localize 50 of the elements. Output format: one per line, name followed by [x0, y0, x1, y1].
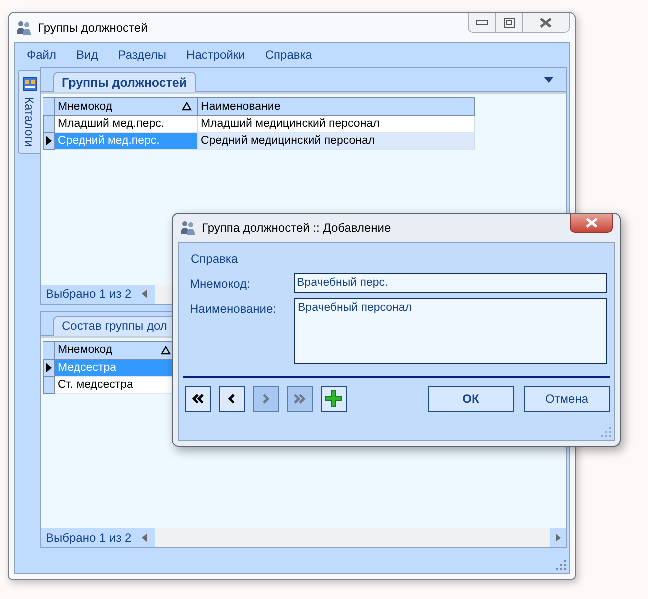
minimize-icon — [476, 20, 488, 26]
maximize-button[interactable] — [496, 13, 523, 32]
catalog-icon — [22, 77, 36, 91]
column-header[interactable]: Мнемокод — [55, 97, 198, 116]
menu-item[interactable]: Вид — [66, 48, 108, 62]
close-button[interactable] — [523, 13, 569, 32]
side-tab[interactable]: Каталоги — [18, 70, 41, 154]
add-button[interactable] — [321, 386, 347, 412]
restore-icon — [504, 18, 514, 28]
panel-tab[interactable]: Группы должностей — [53, 72, 196, 92]
field-label: Мнемокод: — [190, 276, 252, 291]
input-field[interactable]: Врачебный персонал — [294, 298, 607, 364]
resize-grip-icon[interactable] — [556, 560, 566, 570]
people-icon — [180, 220, 196, 236]
table-cell[interactable]: Средний медицинский персонал — [198, 133, 475, 150]
scroll-left-icon[interactable] — [142, 534, 147, 542]
table-cell[interactable]: Младший мед.перс. — [55, 116, 198, 133]
current-row-icon — [46, 136, 52, 146]
ok-button[interactable]: ОК — [428, 386, 514, 412]
minimize-button[interactable] — [469, 13, 496, 32]
menu-item[interactable]: Настройки — [176, 48, 256, 62]
menu-item[interactable]: Разделы — [108, 48, 177, 62]
resize-grip-icon[interactable] — [601, 427, 611, 437]
close-button[interactable] — [570, 214, 613, 233]
people-icon — [16, 20, 32, 36]
prev-button[interactable] — [219, 386, 245, 412]
table-cell[interactable]: Младший медицинский персонал — [198, 116, 475, 133]
header-corner — [43, 340, 55, 360]
cancel-button[interactable]: Отмена — [524, 386, 610, 412]
current-row-icon — [46, 362, 52, 372]
input-field[interactable]: Врачебный перс. — [294, 273, 607, 293]
selection-count: Выбрано 1 из 2 — [46, 530, 132, 544]
close-icon — [540, 18, 552, 28]
close-icon — [586, 218, 598, 228]
menu-item[interactable]: Справка — [255, 48, 322, 62]
field-label: Наименование: — [190, 301, 278, 316]
row-indicator[interactable] — [43, 360, 55, 376]
row-indicator[interactable] — [43, 133, 55, 150]
menu-item[interactable]: Файл — [17, 48, 67, 62]
column-header[interactable]: Наименование — [198, 97, 475, 116]
scroll-left-icon[interactable] — [142, 290, 147, 298]
menu-item[interactable]: Справка — [181, 252, 248, 266]
window-title: Группы должностей — [38, 20, 148, 34]
selection-count: Выбрано 1 из 2 — [46, 287, 132, 301]
first-button[interactable] — [185, 386, 211, 412]
dropdown-icon[interactable] — [544, 77, 554, 83]
scroll-right-icon[interactable] — [556, 534, 560, 542]
header-corner — [43, 97, 55, 116]
plus-icon — [325, 390, 343, 408]
dialog-title: Группа должностей :: Добавление — [202, 221, 392, 235]
